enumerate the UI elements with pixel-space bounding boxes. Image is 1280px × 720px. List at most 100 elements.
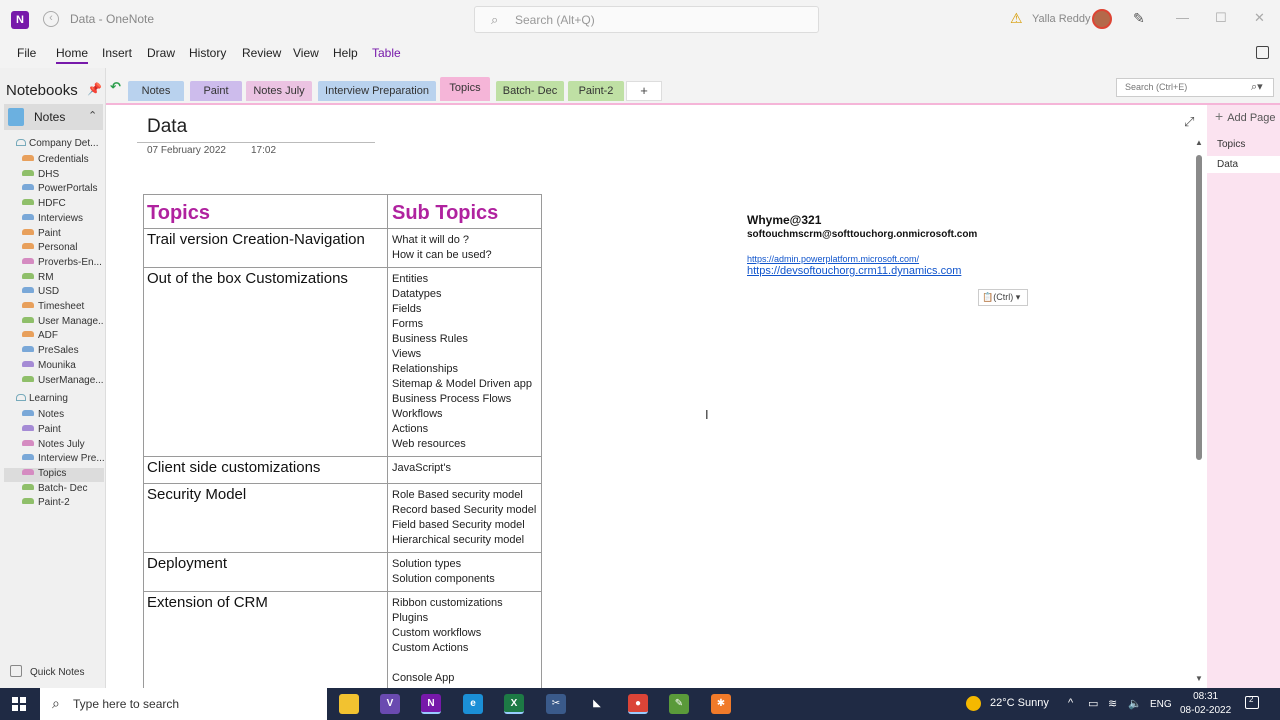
language-indicator[interactable]: ENG <box>1150 699 1172 710</box>
section-item[interactable]: Notes <box>22 409 104 423</box>
page-title[interactable]: Data <box>147 116 187 138</box>
section-item[interactable]: Notes July <box>22 439 104 453</box>
section-item[interactable]: DHS <box>22 169 104 183</box>
file-explorer-icon[interactable] <box>339 694 359 714</box>
subtopics-cell[interactable]: Entities Datatypes Fields Forms Business Rul… <box>387 267 542 457</box>
scroll-up-icon[interactable]: ▲ <box>1195 138 1203 147</box>
section-group[interactable]: Company Det... <box>16 138 98 149</box>
snipping-tool-icon[interactable]: ✂ <box>546 694 566 714</box>
excel-icon[interactable]: X <box>504 694 524 714</box>
credentials-note[interactable]: Whyme@321 softouchmscrm@softtouchorg.onm… <box>747 213 977 277</box>
section-group[interactable]: Learning <box>16 393 68 404</box>
scroll-thumb[interactable] <box>1196 155 1202 460</box>
page-list-item[interactable]: Data <box>1207 156 1280 173</box>
menu-view[interactable]: View <box>293 46 319 60</box>
tab-section[interactable]: Topics <box>440 77 490 101</box>
close-icon[interactable]: ✕ <box>1254 10 1265 26</box>
subtopics-cell[interactable]: Role Based security model Record based Se… <box>387 483 542 553</box>
section-item[interactable]: Credentials <box>22 154 104 168</box>
topic-cell[interactable]: Security Model <box>143 483 388 553</box>
search-icon[interactable]: ⌕▾ <box>1251 80 1263 94</box>
section-item[interactable]: UserManage... <box>22 375 104 389</box>
battery-icon[interactable]: ▭ <box>1088 697 1098 710</box>
avatar[interactable] <box>1092 9 1112 29</box>
page-list-section[interactable]: Topics <box>1217 139 1245 150</box>
postman-icon[interactable]: ✱ <box>711 694 731 714</box>
notification-icon[interactable]: 2 <box>1245 695 1259 709</box>
menu-history[interactable]: History <box>189 46 226 60</box>
tab-section[interactable]: Notes <box>128 81 184 101</box>
onenote-icon[interactable]: N <box>421 694 441 714</box>
add-section-button[interactable]: + <box>626 81 662 101</box>
section-item[interactable]: ADF <box>22 330 104 344</box>
section-item[interactable]: Proverbs-En... <box>22 257 104 271</box>
weather-icon[interactable] <box>966 696 981 711</box>
page-search-input[interactable]: Search (Ctrl+E) ⌕▾ <box>1116 78 1274 97</box>
weather-text[interactable]: 22°C Sunny <box>990 697 1049 709</box>
section-item[interactable]: Paint <box>22 228 104 242</box>
add-page-button[interactable]: + Add Page <box>1215 108 1276 124</box>
menu-file[interactable]: File <box>17 46 36 60</box>
section-item[interactable]: User Manage... <box>22 316 104 330</box>
password-text[interactable]: Whyme@321 <box>747 213 977 227</box>
section-item[interactable]: Mounika <box>22 360 104 374</box>
page-canvas[interactable]: Data 07 February 2022 17:02 ⤢ Topics Sub… <box>107 105 1207 702</box>
windows-start-icon[interactable] <box>12 697 26 711</box>
subtopics-cell[interactable]: What it will do ? How it can be used? <box>387 228 542 268</box>
menu-insert[interactable]: Insert <box>102 46 132 60</box>
quick-notes[interactable]: Quick Notes <box>10 665 84 678</box>
admin-link[interactable]: https://admin.powerplatform.microsoft.co… <box>747 254 977 264</box>
topics-table[interactable]: Topics Sub Topics Trail version Creation… <box>143 194 542 702</box>
tab-section[interactable]: Interview Preparation <box>318 81 436 101</box>
vertical-scrollbar[interactable]: ▲ ▼ <box>1192 138 1206 688</box>
email-text[interactable]: softouchmscrm@softtouchorg.onmicrosoft.c… <box>747 229 977 240</box>
section-item[interactable]: Topics <box>4 468 104 482</box>
minimize-icon[interactable]: — <box>1176 10 1189 25</box>
current-notebook[interactable]: Notes ⌃ <box>4 104 103 130</box>
tab-section[interactable]: Paint <box>190 81 242 101</box>
section-item[interactable]: Interviews <box>22 213 104 227</box>
section-item[interactable]: Paint <box>22 424 104 438</box>
section-item[interactable]: HDFC <box>22 198 104 212</box>
crm-link[interactable]: https://devsoftouchorg.crm11.dynamics.co… <box>747 265 977 277</box>
section-item[interactable]: USD <box>22 286 104 300</box>
menu-help[interactable]: Help <box>333 46 358 60</box>
section-item[interactable]: Personal <box>22 242 104 256</box>
expand-icon[interactable]: ⤢ <box>1184 114 1194 130</box>
tab-section[interactable]: Notes July <box>246 81 312 101</box>
dynamics-icon[interactable]: ◣ <box>587 694 607 714</box>
topic-cell[interactable]: Deployment <box>143 552 388 592</box>
clock[interactable]: 08:31 08-02-2022 <box>1180 690 1231 718</box>
section-item[interactable]: RM <box>22 272 104 286</box>
visual-studio-icon[interactable]: V <box>380 694 400 714</box>
subtopics-cell[interactable]: Solution types Solution components <box>387 552 542 592</box>
edge-icon[interactable]: e <box>463 694 483 714</box>
tab-section[interactable]: Batch- Dec <box>496 81 564 101</box>
subtopics-cell[interactable]: Ribbon customizations Plugins Custom workf… <box>387 591 542 702</box>
pen-icon[interactable]: ✎ <box>1133 10 1145 27</box>
header-topics[interactable]: Topics <box>143 194 388 229</box>
notepad-icon[interactable]: ✎ <box>669 694 689 714</box>
user-name[interactable]: Yalla Reddy <box>1032 13 1091 25</box>
section-item[interactable]: Batch- Dec <box>22 483 104 497</box>
taskbar-search[interactable]: ⌕ Type here to search <box>40 688 327 720</box>
page-view-icon[interactable] <box>1256 46 1269 59</box>
section-item[interactable]: Timesheet <box>22 301 104 315</box>
topic-cell[interactable]: Extension of CRM <box>143 591 388 702</box>
warning-icon[interactable]: ⚠ <box>1010 10 1023 27</box>
pin-icon[interactable]: 📌 <box>87 82 102 96</box>
volume-icon[interactable]: 🔈 <box>1128 697 1142 710</box>
chevron-up-icon[interactable]: ⌃ <box>88 109 97 122</box>
undo-icon[interactable]: ↶ <box>110 79 121 95</box>
topic-cell[interactable]: Out of the box Customizations <box>143 267 388 457</box>
search-box[interactable]: ⌕ Search (Alt+Q) <box>474 6 819 33</box>
section-item[interactable]: PowerPortals <box>22 183 104 197</box>
menu-review[interactable]: Review <box>242 46 281 60</box>
menu-home[interactable]: Home <box>56 46 89 64</box>
menu-table[interactable]: Table <box>372 46 401 60</box>
section-item[interactable]: PreSales <box>22 345 104 359</box>
menu-draw[interactable]: Draw <box>147 46 175 60</box>
topic-cell[interactable]: Client side customizations <box>143 456 388 484</box>
section-item[interactable]: Interview Pre... <box>22 453 104 467</box>
tab-section[interactable]: Paint-2 <box>568 81 624 101</box>
